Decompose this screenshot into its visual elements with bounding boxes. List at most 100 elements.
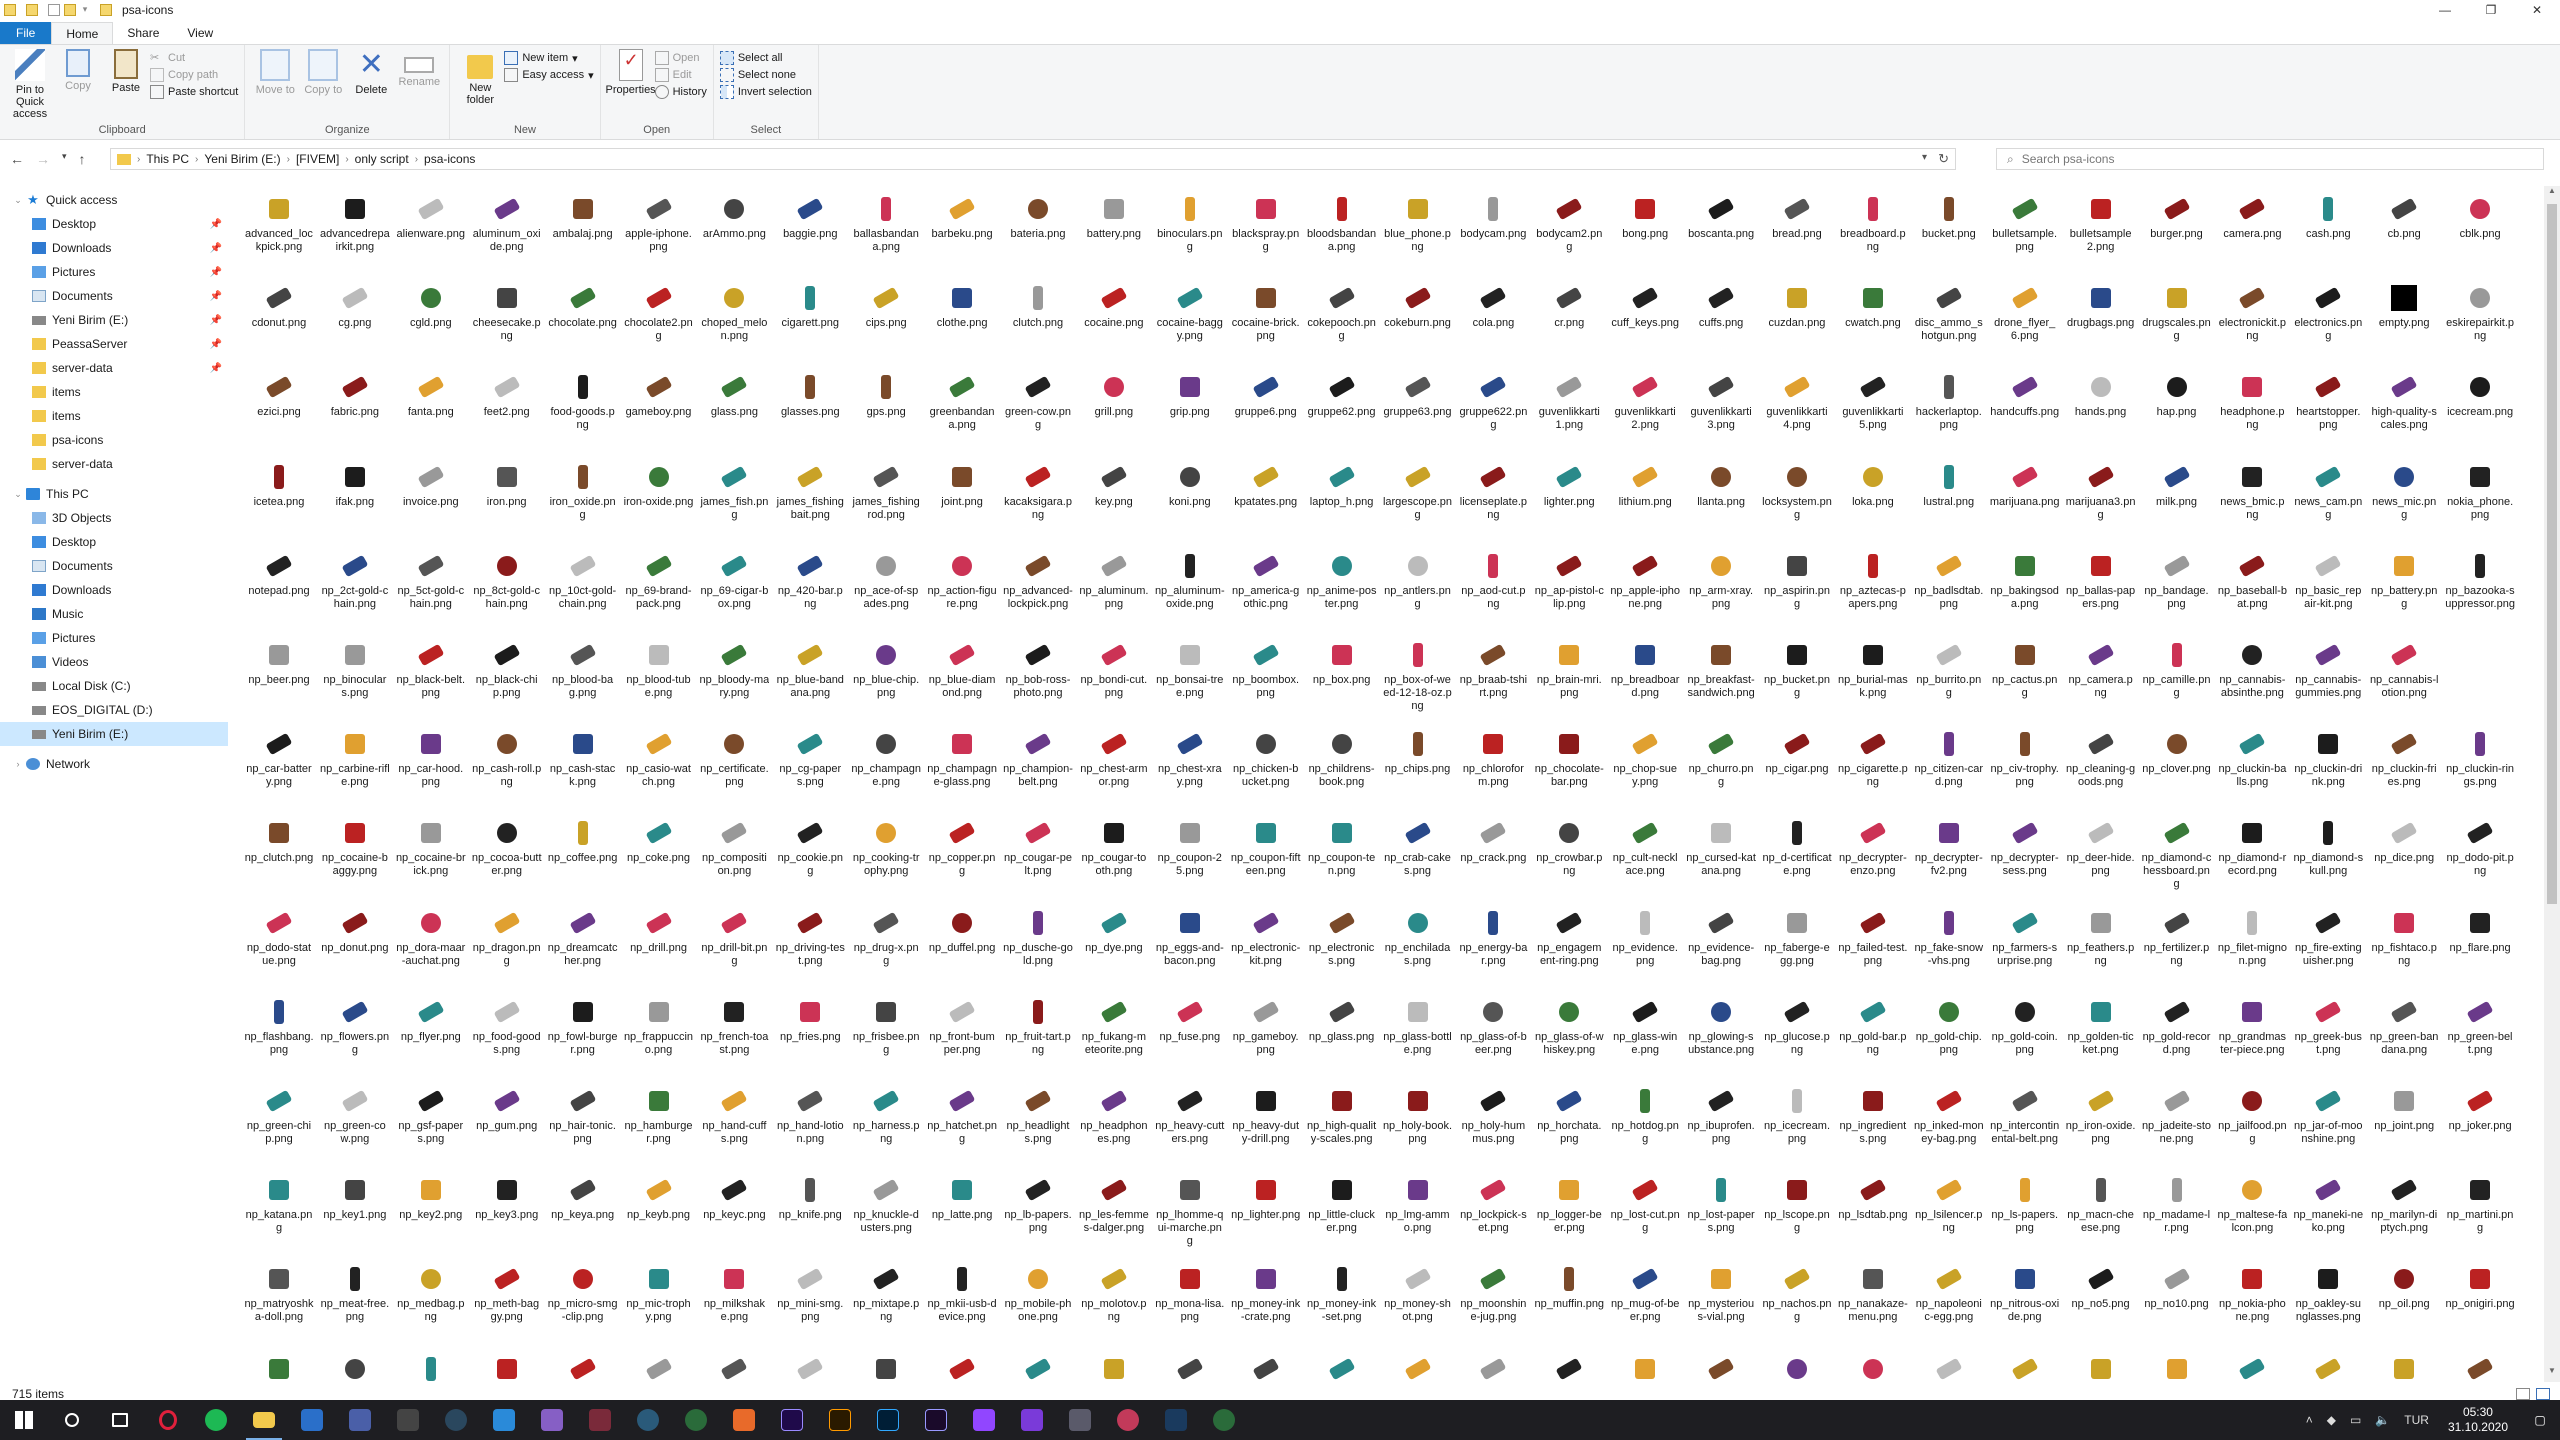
file-item[interactable]: np_copper.png (925, 816, 999, 900)
file-item[interactable]: np_key2.png (394, 1173, 468, 1257)
start-button[interactable] (0, 1400, 48, 1440)
file-item[interactable]: lighter.png (1532, 460, 1606, 544)
file-item[interactable]: np_coke.png (622, 816, 696, 900)
file-item[interactable]: np_poster.png (2443, 1352, 2517, 1382)
file-item[interactable]: np_mysterious-vial.png (1684, 1262, 1758, 1346)
file-item[interactable]: np_lb-papers.png (1001, 1173, 1075, 1257)
file-item[interactable]: np_dodo-statue.png (242, 906, 316, 990)
file-item[interactable]: np_knife.png (773, 1173, 847, 1257)
file-item[interactable]: np_grandmaster-piece.png (2215, 995, 2289, 1079)
file-item[interactable]: grill.png (1077, 370, 1151, 454)
file-item[interactable]: cocaine-baggy.png (1153, 281, 1227, 365)
file-item[interactable]: np_glass-bottle.png (1381, 995, 1455, 1079)
file-item[interactable]: np_fries.png (773, 995, 847, 1079)
up-arrow-icon[interactable]: ↑ (79, 151, 86, 167)
file-item[interactable]: np_champagne.png (849, 727, 923, 811)
file-item[interactable]: np_aod-cut.png (1456, 549, 1530, 633)
file-item[interactable]: ballasbandana.png (849, 192, 923, 276)
file-item[interactable]: np_clover.png (2140, 727, 2214, 811)
file-item[interactable]: np_aspirin.png (1760, 549, 1834, 633)
file-item[interactable]: np_pink-figure.png (1836, 1352, 1910, 1382)
file-item[interactable]: gruppe6.png (1229, 370, 1303, 454)
file-item[interactable]: cash.png (2291, 192, 2365, 276)
twitch-taskbar-icon[interactable] (960, 1400, 1008, 1440)
file-item[interactable]: np_hand-lotion.png (773, 1084, 847, 1168)
file-item[interactable]: np_holy-hummus.png (1456, 1084, 1530, 1168)
file-item[interactable]: np_hand-cuffs.png (697, 1084, 771, 1168)
file-item[interactable]: fabric.png (318, 370, 392, 454)
file-item[interactable]: np_knuckle-dusters.png (849, 1173, 923, 1257)
file-item[interactable]: np_flashbang.png (242, 995, 316, 1079)
nav-network[interactable]: › Network (0, 752, 228, 776)
open-button[interactable]: Open (654, 51, 707, 65)
file-item[interactable]: greenbandana.png (925, 370, 999, 454)
file-item[interactable]: np_aluminum.png (1077, 549, 1151, 633)
file-item[interactable]: np_cleaning-goods.png (2064, 727, 2138, 811)
file-item[interactable]: np_mug-of-beer.png (1608, 1262, 1682, 1346)
file-item[interactable]: np_key1.png (318, 1173, 392, 1257)
nav-item-items-2[interactable]: items (0, 404, 228, 428)
file-item[interactable]: np_dora-maar-auchat.png (394, 906, 468, 990)
file-item[interactable]: np_cluckin-balls.png (2215, 727, 2289, 811)
clock[interactable]: 05:30 31.10.2020 (2448, 1405, 2508, 1435)
file-item[interactable]: np_blue-bandana.png (773, 638, 847, 722)
volume-icon[interactable]: 🔈 (2375, 1413, 2390, 1427)
file-item[interactable]: icetea.png (242, 460, 316, 544)
file-item[interactable]: np_glass.png (1305, 995, 1379, 1079)
file-item[interactable]: np_fowl-burger.png (546, 995, 620, 1079)
premiere-taskbar-icon[interactable] (912, 1400, 960, 1440)
close-button[interactable]: ✕ (2514, 0, 2560, 20)
file-item[interactable]: np_flowers.png (318, 995, 392, 1079)
file-item[interactable]: np_cannabis-lotion.png (2367, 638, 2441, 722)
nav-item-downloads[interactable]: Downloads 📌 (0, 236, 228, 260)
file-item[interactable]: np_aluminum-oxide.png (1153, 549, 1227, 633)
file-item[interactable]: np_glucose.png (1760, 995, 1834, 1079)
file-item[interactable]: koni.png (1153, 460, 1227, 544)
invert-selection-button[interactable]: Invert selection (719, 85, 812, 99)
file-item[interactable]: alienware.png (394, 192, 468, 276)
nav-item-items[interactable]: items (0, 380, 228, 404)
file-item[interactable]: np_chips.png (1381, 727, 1455, 811)
file-item[interactable]: np_crowbar.png (1532, 816, 1606, 900)
file-item[interactable]: np_antlers.png (1381, 549, 1455, 633)
file-item[interactable]: cheesecake.png (470, 281, 544, 365)
nav-item-server-data-2[interactable]: server-data (0, 452, 228, 476)
file-item[interactable]: np_dreamcatcher.png (546, 906, 620, 990)
copy-to-button[interactable]: Copy to (301, 49, 345, 121)
file-item[interactable]: disc_ammo_shotgun.png (1912, 281, 1986, 365)
file-item[interactable]: np_camera.png (2064, 638, 2138, 722)
edit-button[interactable]: Edit (654, 68, 707, 82)
file-item[interactable]: np_evidence-bag.png (1684, 906, 1758, 990)
pin-button[interactable]: Pin to Quick access (8, 49, 52, 121)
file-item[interactable]: np_french-toast.png (697, 995, 771, 1079)
file-item[interactable]: np_pina-colada.png (1760, 1352, 1834, 1382)
file-item[interactable]: np_pet-fish.png (1305, 1352, 1379, 1382)
file-item[interactable]: np_bakingsoda.png (1988, 549, 2062, 633)
file-item[interactable]: licenseplate.png (1456, 460, 1530, 544)
file-item[interactable]: chocolate2.png (622, 281, 696, 365)
file-item[interactable]: np_childrens-book.png (1305, 727, 1379, 811)
file-item[interactable]: np_apple-iphone.png (1608, 549, 1682, 633)
search-input[interactable]: Search psa-icons (2022, 152, 2115, 166)
file-item[interactable]: largescope.png (1381, 460, 1455, 544)
file-item[interactable]: np_69-brand-pack.png (622, 549, 696, 633)
file-item[interactable]: np_lscope.png (1760, 1173, 1834, 1257)
file-item[interactable]: notepad.png (242, 549, 316, 633)
file-item[interactable]: np_frisbee.png (849, 995, 923, 1079)
file-item[interactable]: barbeku.png (925, 192, 999, 276)
file-item[interactable]: eskirepairkit.png (2443, 281, 2517, 365)
file-item[interactable]: np_black-chip.png (470, 638, 544, 722)
file-item[interactable]: np_origami.png (318, 1352, 392, 1382)
file-item[interactable]: bong.png (1608, 192, 1682, 276)
file-item[interactable]: np_burrito.png (1912, 638, 1986, 722)
file-item[interactable]: np_nitrous-oxide.png (1988, 1262, 2062, 1346)
file-item[interactable]: marijuana.png (1988, 460, 2062, 544)
file-item[interactable]: np_citizen-card.png (1912, 727, 1986, 811)
file-item[interactable]: np_engagement-ring.png (1532, 906, 1606, 990)
new-item-button[interactable]: New item ▾ (504, 51, 593, 65)
file-item[interactable]: joint.png (925, 460, 999, 544)
file-item[interactable]: np_dodo-pit.png (2443, 816, 2517, 900)
file-item[interactable]: np_latte.png (925, 1173, 999, 1257)
nav-item-server-data[interactable]: server-data 📌 (0, 356, 228, 380)
file-item[interactable]: np_electronics.png (1305, 906, 1379, 990)
